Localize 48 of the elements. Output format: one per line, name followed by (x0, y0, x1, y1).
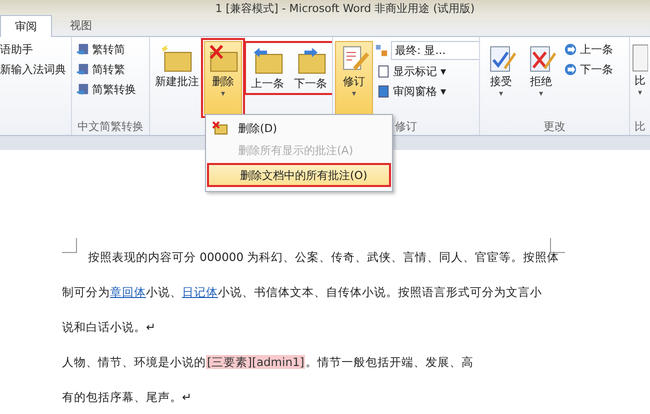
window-title: 1 [兼容模式] - Microsoft Word 非商业用途 (试用版) (215, 3, 475, 14)
paragraph-line: 有的包括序幕、尾声。↵ (62, 389, 192, 406)
delete-note-icon (212, 121, 228, 135)
ribbon-tab[interactable]: 视图 (56, 15, 106, 36)
note-left-arrow-icon (252, 46, 284, 76)
ribbon-button[interactable]: 接受 ▾ (482, 41, 520, 115)
ribbon-command[interactable]: 上一条 (562, 41, 615, 58)
ribbon-tab[interactable]: 审阅 (0, 15, 52, 37)
hyperlink[interactable]: 日记体 (182, 285, 218, 299)
group-label: 修订 (395, 118, 417, 134)
ribbon-command[interactable]: 语助手 (0, 41, 35, 58)
hyperlink[interactable]: 章回体 (110, 285, 146, 299)
paragraph-line: 按照表现的内容可分 000000 为科幻、公案、传奇、武侠、言情、同人、官宦等。按照体 (87, 249, 560, 266)
ribbon-button[interactable]: 上一条 (248, 43, 287, 93)
comment-anchor[interactable]: [三要素][admin1] (206, 355, 306, 369)
paragraph-line: 说和白话小说。↵ (62, 319, 156, 336)
document-icon (377, 65, 390, 78)
ribbon-command[interactable]: 下一条 (562, 61, 615, 78)
ribbon-command[interactable]: 简繁转换 (74, 81, 138, 98)
character-convert-icon (76, 83, 89, 96)
arrow-circle-icon (564, 63, 577, 76)
ribbon-button[interactable]: 新建批注 (152, 41, 202, 115)
compare-button[interactable]: 比 ▾ (632, 41, 648, 115)
delete-note-icon (207, 44, 239, 74)
group-label: 中文简繁转换 (78, 118, 144, 134)
markup-view-icon (375, 44, 388, 57)
group-label: 更改 (544, 118, 566, 134)
arrow-circle-icon (564, 43, 577, 56)
ribbon-button[interactable]: 下一条 (291, 43, 330, 93)
menu-item[interactable]: 删除文档中的所有批注(O) (208, 164, 390, 186)
paragraph-line: 制可分为章回体小说、日记体小说、书信体文本、自传体小说。按照语言形式可分为文言小 (62, 284, 542, 301)
character-convert-icon (76, 43, 89, 56)
ribbon-command[interactable]: 繁转简 (74, 41, 127, 58)
menu-item[interactable]: 删除(D) (206, 117, 392, 139)
new-note-icon (161, 44, 193, 74)
display-dropdown[interactable]: 最终: 显... (391, 41, 479, 60)
ribbon-command[interactable]: 简转繁 (74, 61, 127, 78)
group-label: 比 (634, 118, 646, 134)
pane-icon (377, 85, 390, 98)
character-convert-icon (76, 63, 89, 76)
ribbon-button[interactable]: 拒绝 ▾ (522, 41, 560, 115)
paragraph-line: 人物、情节、环境是小说的[三要素][admin1]。情节一般包括开端、发展、高 (62, 354, 474, 371)
track-changes-button[interactable]: 修订 ▾ (335, 41, 373, 115)
ribbon-command[interactable]: 显示标记 ▾ (375, 63, 448, 80)
ribbon-command[interactable]: 新输入法词典 (0, 61, 68, 78)
ribbon-command[interactable]: 审阅窗格 ▾ (375, 83, 448, 100)
ribbon-button[interactable]: 删除 ▾ (204, 41, 242, 115)
document-icon (632, 43, 648, 73)
